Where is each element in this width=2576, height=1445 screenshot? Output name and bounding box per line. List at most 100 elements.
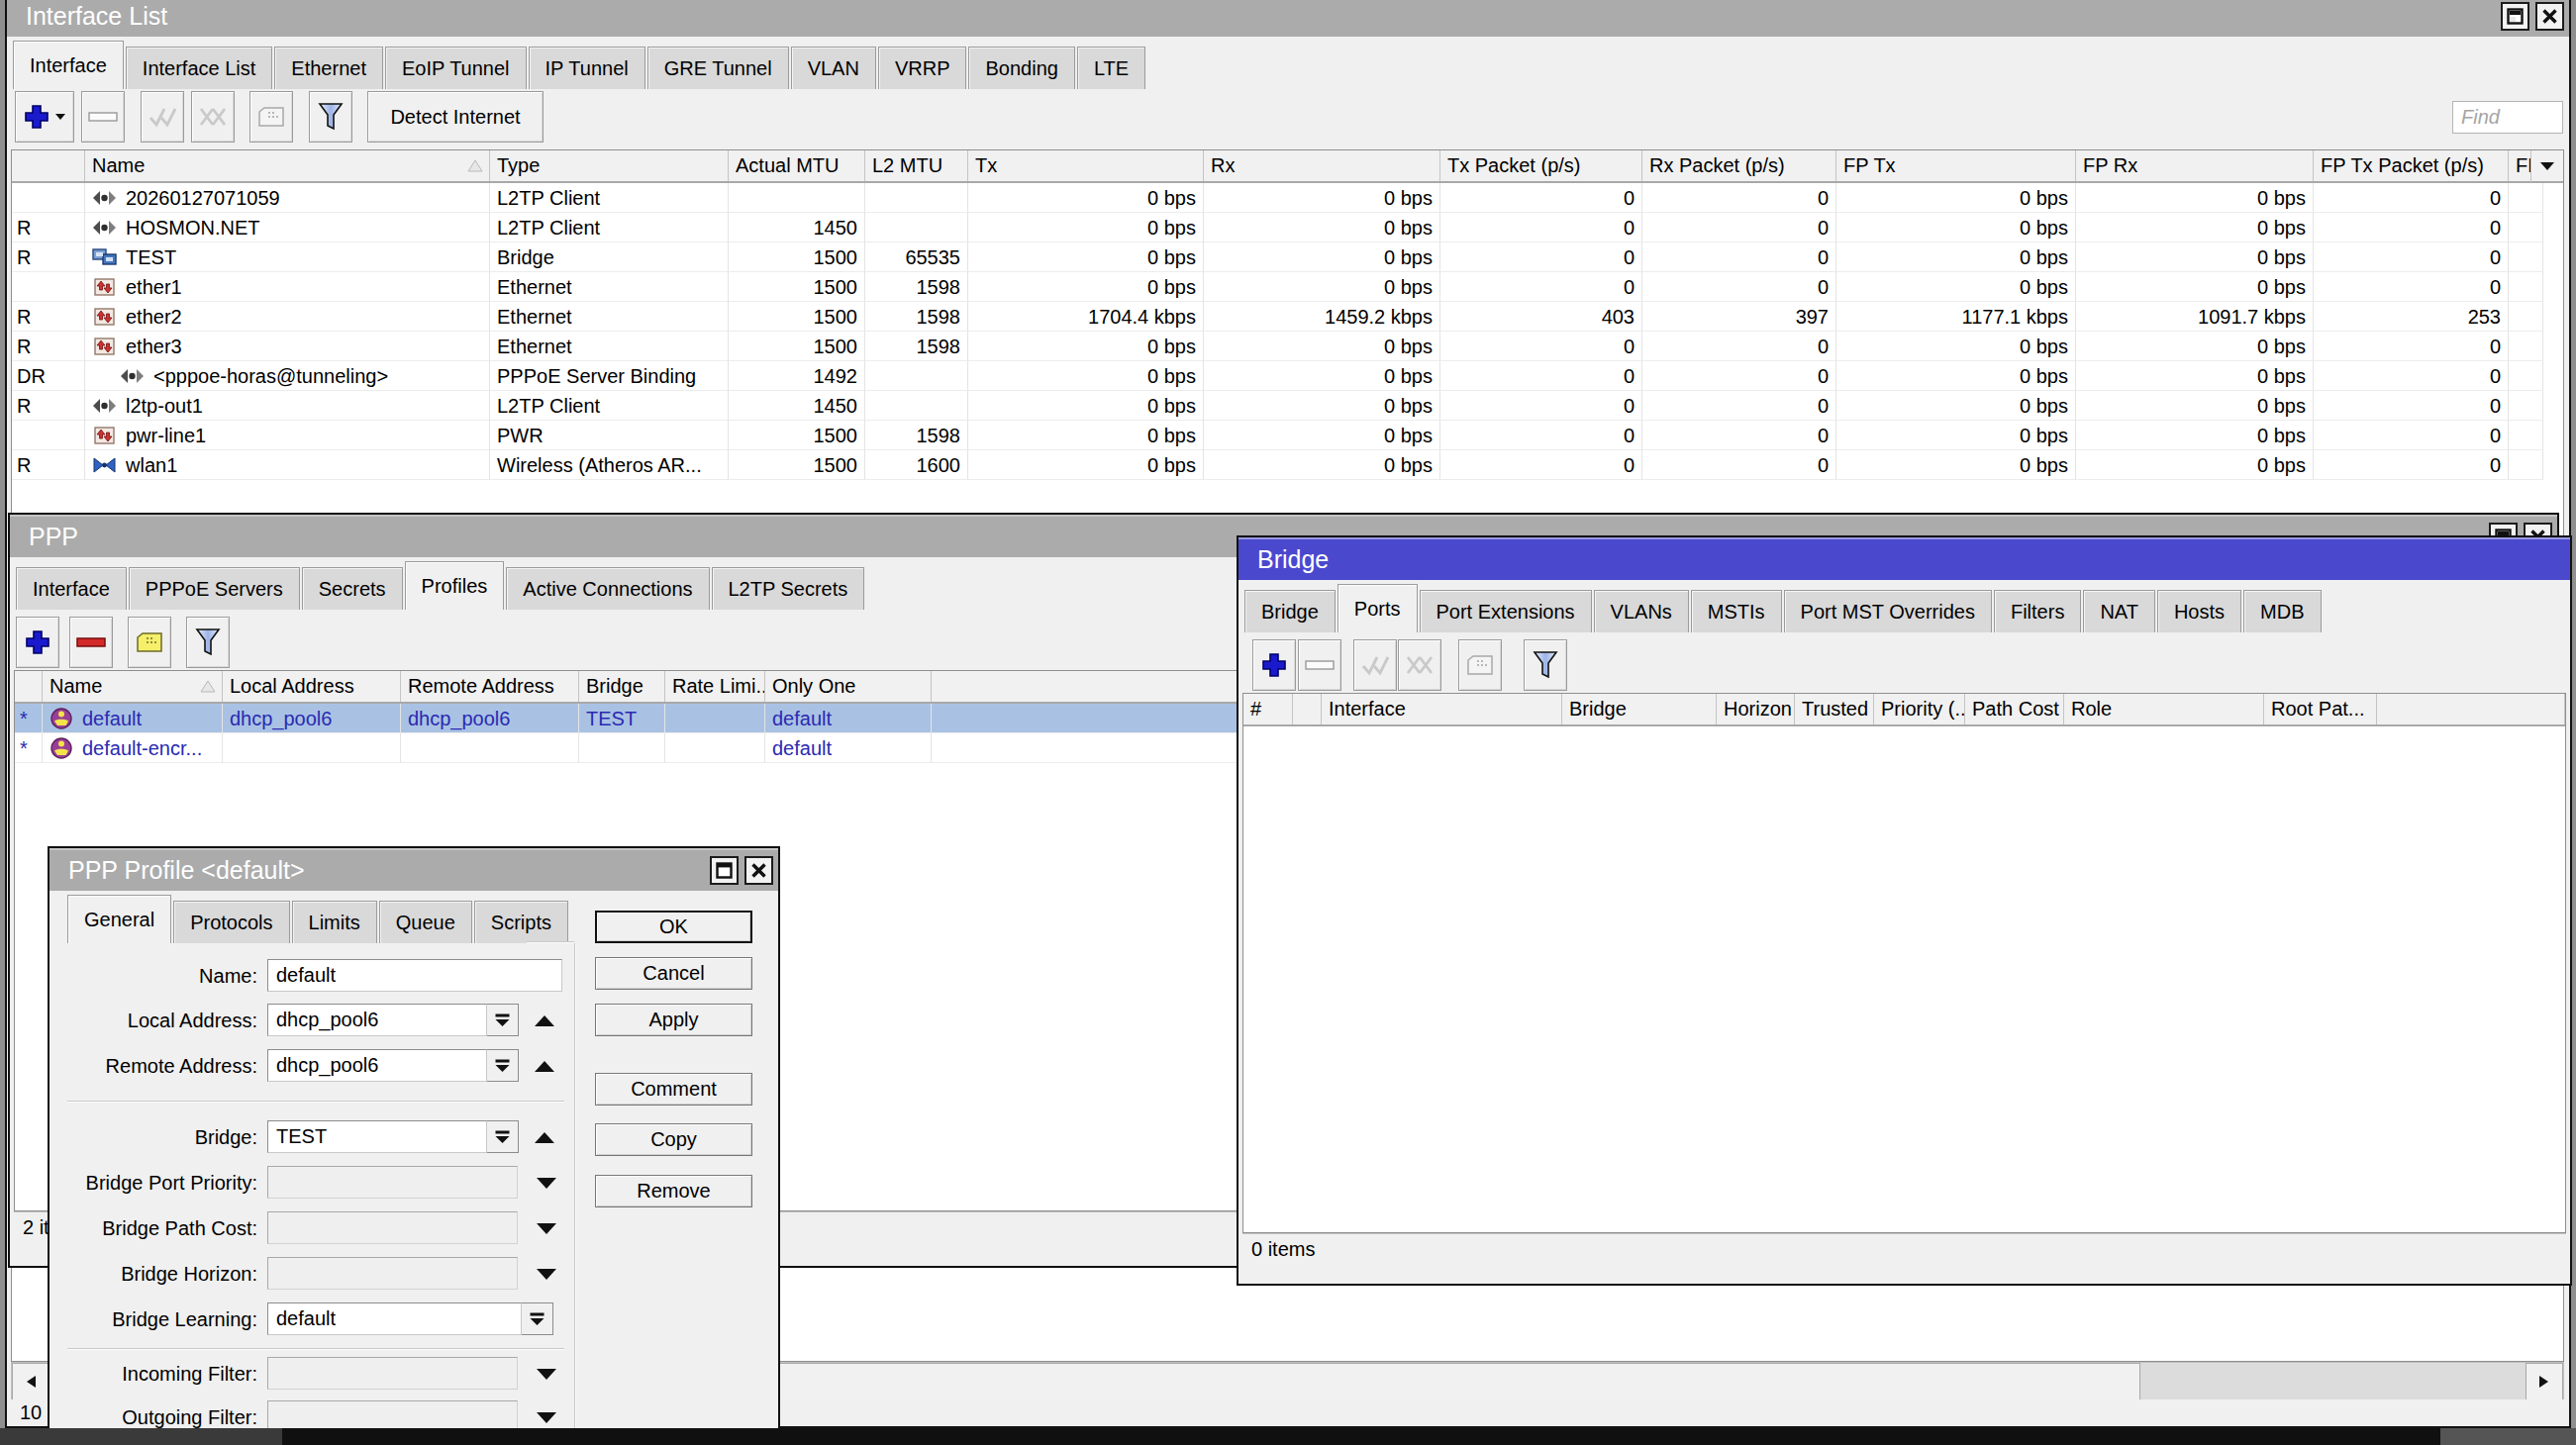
cell-fp-rx-packet[interactable]	[2509, 421, 2543, 450]
scroll-left-button[interactable]	[12, 1363, 50, 1400]
cell-fp-rx-packet[interactable]	[2509, 361, 2543, 391]
cell-fp-tx[interactable]: 0 bps	[1836, 450, 2076, 480]
tab-limits[interactable]: Limits	[292, 901, 377, 943]
bridge-field[interactable]: TEST	[267, 1120, 487, 1153]
cell-fp-rx[interactable]: 0 bps	[2076, 450, 2314, 480]
column-header-type[interactable]: Type	[490, 150, 729, 181]
column-header-l2-mtu[interactable]: L2 MTU	[865, 150, 968, 181]
cell-fp-tx[interactable]: 0 bps	[1836, 242, 2076, 272]
cell-fp-rx-packet[interactable]	[2509, 213, 2543, 242]
tab-hosts[interactable]: Hosts	[2157, 590, 2241, 632]
cell-name[interactable]: default	[43, 704, 223, 733]
cell-bridge[interactable]: TEST	[579, 704, 665, 733]
filter-button[interactable]	[1524, 639, 1567, 691]
cell-rx[interactable]: 0 bps	[1204, 450, 1440, 480]
incoming-filter-field[interactable]	[267, 1357, 518, 1390]
table-row-20260127071059[interactable]: 20260127071059L2TP Client0 bps0 bps000 b…	[12, 183, 2563, 213]
bridge-collapse-button[interactable]	[531, 1125, 558, 1149]
tab-profiles[interactable]: Profiles	[405, 561, 505, 610]
cell-fp-tx[interactable]: 1177.1 kbps	[1836, 302, 2076, 332]
cell-fp-tx[interactable]: 0 bps	[1836, 361, 2076, 391]
cell-fp-rx-packet[interactable]	[2509, 272, 2543, 302]
tab-gre-tunnel[interactable]: GRE Tunnel	[647, 47, 789, 89]
cell-rx-packet[interactable]: 0	[1642, 361, 1836, 391]
column-header-only-one[interactable]: Only One	[765, 671, 932, 702]
filter-button[interactable]	[309, 91, 352, 143]
cell-type[interactable]: L2TP Client	[490, 391, 729, 421]
cell-fp-rx[interactable]: 0 bps	[2076, 183, 2314, 213]
cell-actual-mtu[interactable]: 1492	[729, 361, 865, 391]
close-button[interactable]	[2535, 2, 2564, 31]
cell-fp-rx[interactable]: 0 bps	[2076, 272, 2314, 302]
cell-l2-mtu[interactable]	[865, 183, 968, 213]
cell-fp-tx[interactable]: 0 bps	[1836, 272, 2076, 302]
table-row-test[interactable]: RTESTBridge1500655350 bps0 bps000 bps0 b…	[12, 242, 2563, 272]
bridge-horizon-field[interactable]	[267, 1257, 518, 1290]
cell-l2-mtu[interactable]: 1598	[865, 302, 968, 332]
cell-actual-mtu[interactable]: 1500	[729, 332, 865, 361]
column-header-interface[interactable]: Interface	[1322, 694, 1562, 724]
cell-rate-limit[interactable]	[665, 733, 765, 763]
cell-actual-mtu[interactable]: 1500	[729, 242, 865, 272]
tab-interface[interactable]: Interface	[13, 41, 124, 89]
cell-rx[interactable]: 0 bps	[1204, 242, 1440, 272]
add-button[interactable]	[16, 617, 59, 668]
detect-internet-button[interactable]: Detect Internet	[367, 91, 544, 143]
cell-local-address[interactable]	[223, 733, 401, 763]
cell-tx-packet[interactable]: 403	[1440, 302, 1642, 332]
column-header-bridge[interactable]: Bridge	[1562, 694, 1717, 724]
tab-general[interactable]: General	[67, 895, 171, 943]
cell-tx-packet[interactable]: 0	[1440, 332, 1642, 361]
comment-button[interactable]	[128, 617, 171, 668]
cell-fp-rx-packet[interactable]	[2509, 450, 2543, 480]
cell-type[interactable]: Ethernet	[490, 332, 729, 361]
tab-nat[interactable]: NAT	[2083, 590, 2155, 632]
disable-button[interactable]	[1398, 639, 1441, 691]
copy-button[interactable]: Copy	[595, 1123, 752, 1156]
cell-only-one[interactable]: default	[765, 704, 932, 733]
cell-l2-mtu[interactable]: 1598	[865, 272, 968, 302]
cell-type[interactable]: Wireless (Atheros AR...	[490, 450, 729, 480]
cell-fp-rx-packet[interactable]	[2509, 391, 2543, 421]
cell-fp-tx-packet[interactable]: 253	[2314, 302, 2509, 332]
column-header-bridge[interactable]: Bridge	[579, 671, 665, 702]
cell-l2-mtu[interactable]: 65535	[865, 242, 968, 272]
column-header-horizon[interactable]: Horizon	[1717, 694, 1795, 724]
cell-fp-tx-packet[interactable]: 0	[2314, 391, 2509, 421]
column-header-trusted[interactable]: Trusted	[1795, 694, 1874, 724]
comment-button[interactable]	[249, 91, 293, 143]
cell-name[interactable]: ether3	[85, 332, 490, 361]
cell-tx-packet[interactable]: 0	[1440, 421, 1642, 450]
cell-fp-rx[interactable]: 0 bps	[2076, 242, 2314, 272]
cell-tx[interactable]: 0 bps	[968, 361, 1204, 391]
cell-fp-tx[interactable]: 0 bps	[1836, 421, 2076, 450]
column-header-name[interactable]: Name	[43, 671, 223, 702]
remote-address-dropdown-button[interactable]	[486, 1049, 519, 1082]
tab-interface[interactable]: Interface	[16, 567, 127, 610]
cell-type[interactable]: PPPoE Server Binding	[490, 361, 729, 391]
cell-rx-packet[interactable]: 0	[1642, 272, 1836, 302]
cell-fp-tx-packet[interactable]: 0	[2314, 332, 2509, 361]
cell-rx[interactable]: 0 bps	[1204, 213, 1440, 242]
cell-type[interactable]: L2TP Client	[490, 213, 729, 242]
column-header-root-pat[interactable]: Root Pat...	[2264, 694, 2377, 724]
tab-ip-tunnel[interactable]: IP Tunnel	[529, 47, 645, 89]
tab-port-mst-overrides[interactable]: Port MST Overrides	[1784, 590, 1992, 632]
cell-fp-tx[interactable]: 0 bps	[1836, 391, 2076, 421]
remote-address-field[interactable]: dhcp_pool6	[267, 1049, 487, 1082]
remote-address-collapse-button[interactable]	[531, 1054, 558, 1078]
cell-actual-mtu[interactable]: 1500	[729, 450, 865, 480]
remove-button[interactable]	[1298, 639, 1341, 691]
cell-actual-mtu[interactable]: 1450	[729, 213, 865, 242]
cell-tx[interactable]: 0 bps	[968, 421, 1204, 450]
cell-actual-mtu[interactable]: 1450	[729, 391, 865, 421]
cell-rx[interactable]: 0 bps	[1204, 183, 1440, 213]
cell-rx-packet[interactable]: 0	[1642, 332, 1836, 361]
tab-ports[interactable]: Ports	[1338, 584, 1418, 632]
column-select-button[interactable]	[2530, 150, 2563, 183]
cell-fp-rx[interactable]: 0 bps	[2076, 332, 2314, 361]
column-header-role[interactable]: Role	[2064, 694, 2264, 724]
cancel-button[interactable]: Cancel	[595, 957, 752, 990]
cell-flags[interactable]: R	[12, 450, 85, 480]
bridge-path-cost-expand-button[interactable]	[533, 1216, 560, 1240]
